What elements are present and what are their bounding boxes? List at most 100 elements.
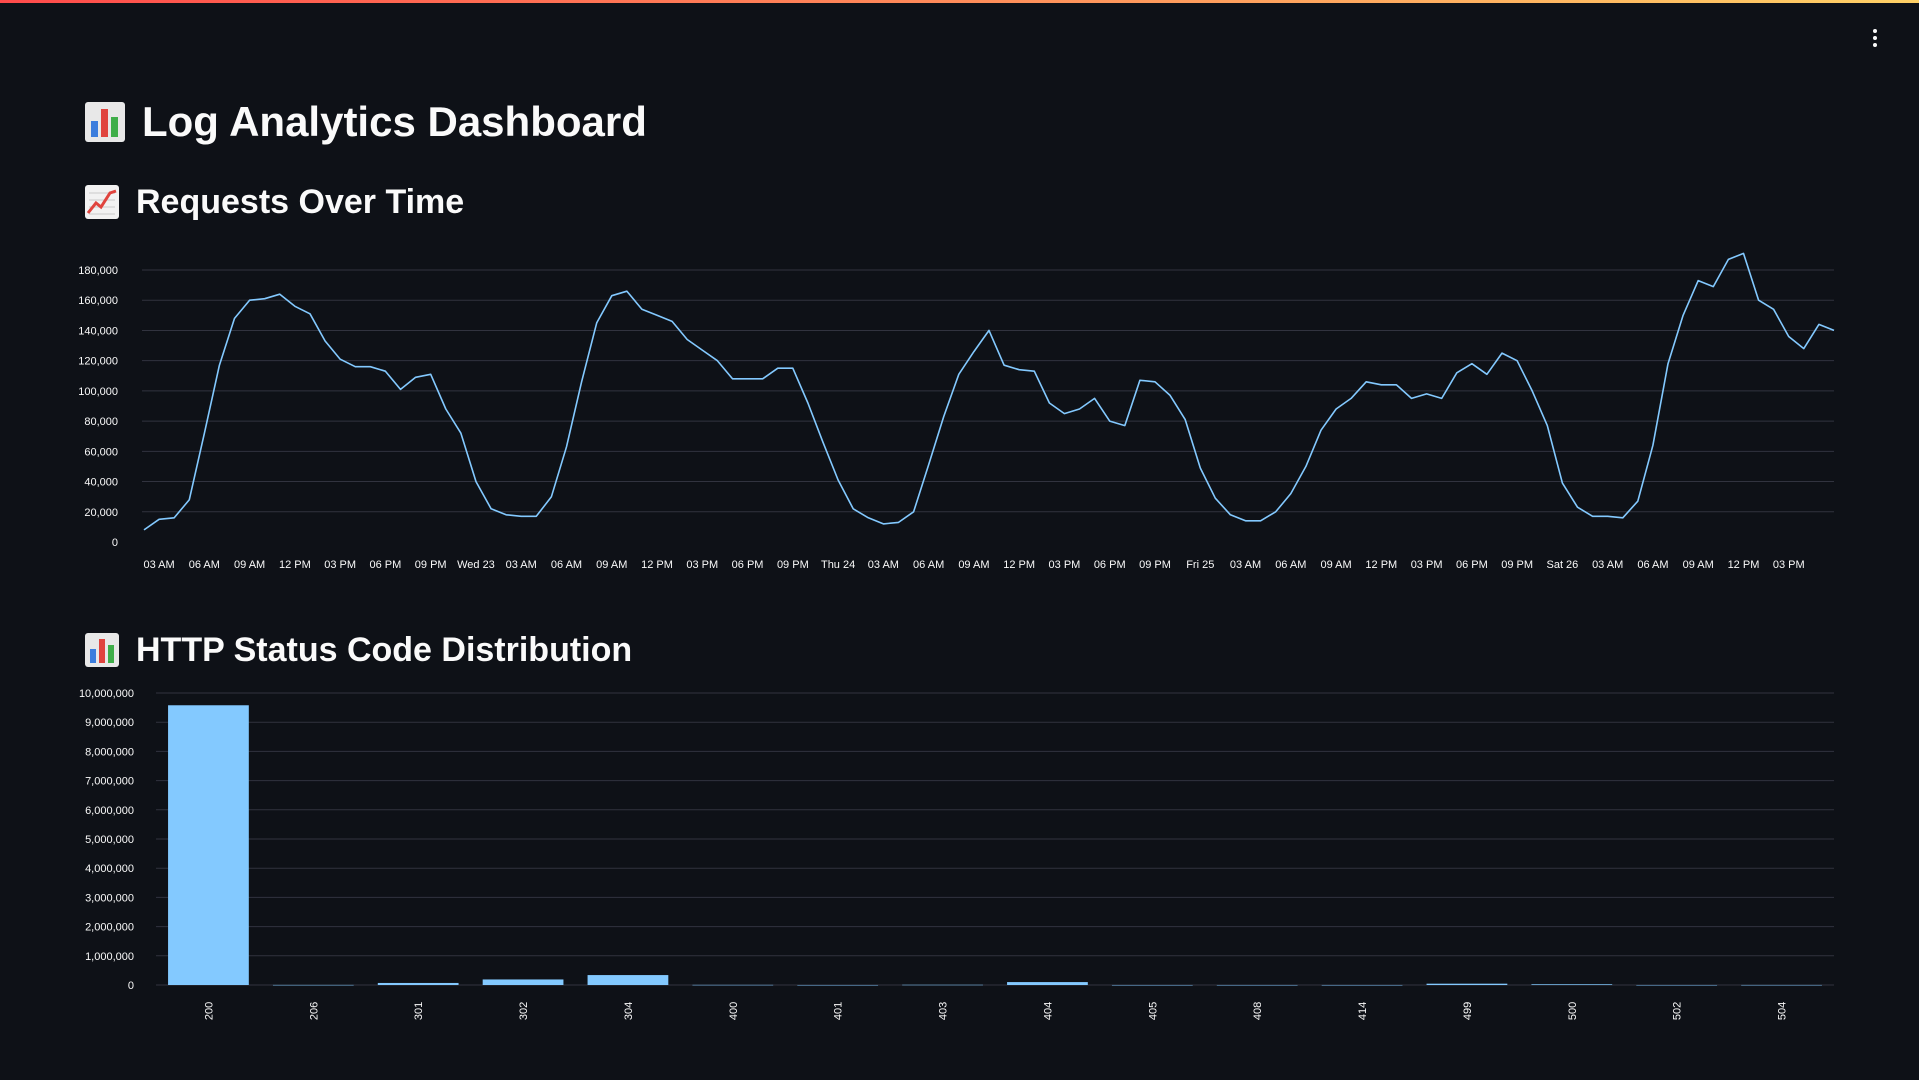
y-tick-label: 0 [112,537,118,549]
status-section-title: HTTP Status Code Distribution [84,628,632,672]
y-tick-label: 0 [128,980,134,992]
x-tick-label: 12 PM [1365,559,1397,571]
y-tick-label: 20,000 [84,507,118,519]
x-tick-label: 06 AM [189,559,220,571]
status-bar-504 [1741,984,1822,986]
x-tick-label: 401 [833,1002,845,1020]
x-tick-label: 03 AM [1592,559,1623,571]
status-bar-302 [482,979,564,985]
x-tick-label: 03 AM [1230,559,1261,571]
requests-section-title: Requests Over Time [84,180,464,224]
x-tick-label: 03 PM [686,559,718,571]
x-tick-label: 09 AM [1683,559,1714,571]
x-tick-label: 09 PM [1139,559,1171,571]
x-tick-label: 06 PM [1094,559,1126,571]
y-tick-label: 180,000 [78,265,118,277]
y-tick-label: 1,000,000 [85,951,134,963]
x-tick-label: 06 PM [370,559,402,571]
page-title: Log Analytics Dashboard [84,96,647,148]
y-tick-label: 6,000,000 [85,805,134,817]
x-tick-label: 403 [938,1002,950,1020]
y-tick-label: 140,000 [78,325,118,337]
y-tick-label: 10,000,000 [79,688,134,700]
status-bar-499 [1426,983,1508,985]
y-tick-label: 80,000 [84,416,118,428]
x-tick-label: 09 PM [415,559,447,571]
requests-section-title-text: Requests Over Time [136,182,465,221]
x-tick-label: 12 PM [1728,559,1760,571]
y-tick-label: 100,000 [78,386,118,398]
x-tick-label: 06 PM [1456,559,1488,571]
x-tick-label: 03 PM [1049,559,1081,571]
page-title-text: Log Analytics Dashboard [142,98,647,145]
y-tick-label: 60,000 [84,446,118,458]
y-tick-label: 120,000 [78,356,118,368]
x-tick-label: 03 AM [868,559,899,571]
status-bar-301 [377,982,459,985]
x-tick-label: 03 PM [1411,559,1443,571]
x-tick-label: 301 [413,1002,425,1020]
menu-dot [1873,43,1877,47]
status-section-title-text: HTTP Status Code Distribution [136,630,633,669]
x-tick-label: 304 [623,1002,635,1020]
status-bar-401 [797,984,879,986]
y-tick-label: 160,000 [78,295,118,307]
x-tick-label: 03 AM [506,559,537,571]
y-tick-label: 8,000,000 [85,746,134,758]
status-bar-500 [1531,984,1613,985]
top-accent-bar [0,0,1919,3]
bar-chart-emoji-icon [84,101,126,143]
x-tick-label: 09 PM [1501,559,1533,571]
x-tick-label: 03 PM [324,559,356,571]
x-tick-label: Wed 23 [457,559,495,571]
x-tick-label: 06 AM [1275,559,1306,571]
x-tick-label: 400 [728,1002,740,1020]
x-tick-label: 302 [518,1002,530,1020]
x-tick-label: 12 PM [641,559,673,571]
x-tick-label: 06 AM [913,559,944,571]
status-bar-304 [587,975,669,985]
x-tick-label: 06 AM [551,559,582,571]
y-tick-label: 3,000,000 [85,892,134,904]
x-tick-label: Fri 25 [1186,559,1214,571]
bar-chart-emoji-icon [84,632,120,668]
requests-line-chart: 0 20,000 40,000 60,000 80,000 100,000 120,000 1… [78,252,1835,571]
x-tick-label: 500 [1567,1002,1579,1020]
status-bar-200 [168,705,249,985]
x-tick-label: 504 [1777,1002,1789,1020]
x-tick-label: 03 AM [143,559,174,571]
status-bar-404 [1007,982,1088,985]
x-tick-label: Sat 26 [1546,559,1578,571]
status-bar-408 [1216,984,1298,986]
x-tick-label: 12 PM [279,559,311,571]
x-tick-label: 06 PM [732,559,764,571]
line-chart-emoji-icon [84,184,120,220]
y-tick-label: 7,000,000 [85,776,134,788]
x-tick-label: 09 AM [958,559,989,571]
x-tick-label: 09 AM [234,559,265,571]
x-tick-label: 499 [1462,1002,1474,1020]
y-tick-label: 5,000,000 [85,834,134,846]
x-tick-label: Thu 24 [821,559,855,571]
main-menu-button[interactable] [1865,26,1885,50]
x-tick-label: 09 AM [1320,559,1351,571]
y-tick-label: 4,000,000 [85,863,134,875]
vertical-dots-icon [1873,29,1877,33]
x-tick-label: 06 AM [1637,559,1668,571]
menu-dot [1873,36,1877,40]
x-tick-label: 12 PM [1003,559,1035,571]
status-bar-403 [902,984,983,986]
x-tick-label: 09 AM [596,559,627,571]
y-tick-label: 2,000,000 [85,922,134,934]
status-bar-chart: 0 1,000,000 2,000,000 3,000,000 4,000,000 5,0… [79,688,1834,1020]
status-bar-206 [272,984,354,986]
y-tick-label: 40,000 [84,477,118,489]
x-tick-label: 405 [1147,1002,1159,1020]
x-tick-label: 404 [1042,1002,1054,1020]
x-tick-label: 414 [1357,1002,1369,1020]
status-bar-400 [692,984,774,986]
requests-series-line [143,252,1835,531]
status-bar-405 [1111,984,1193,986]
status-bar-502 [1636,984,1718,986]
x-tick-label: 408 [1252,1002,1264,1020]
